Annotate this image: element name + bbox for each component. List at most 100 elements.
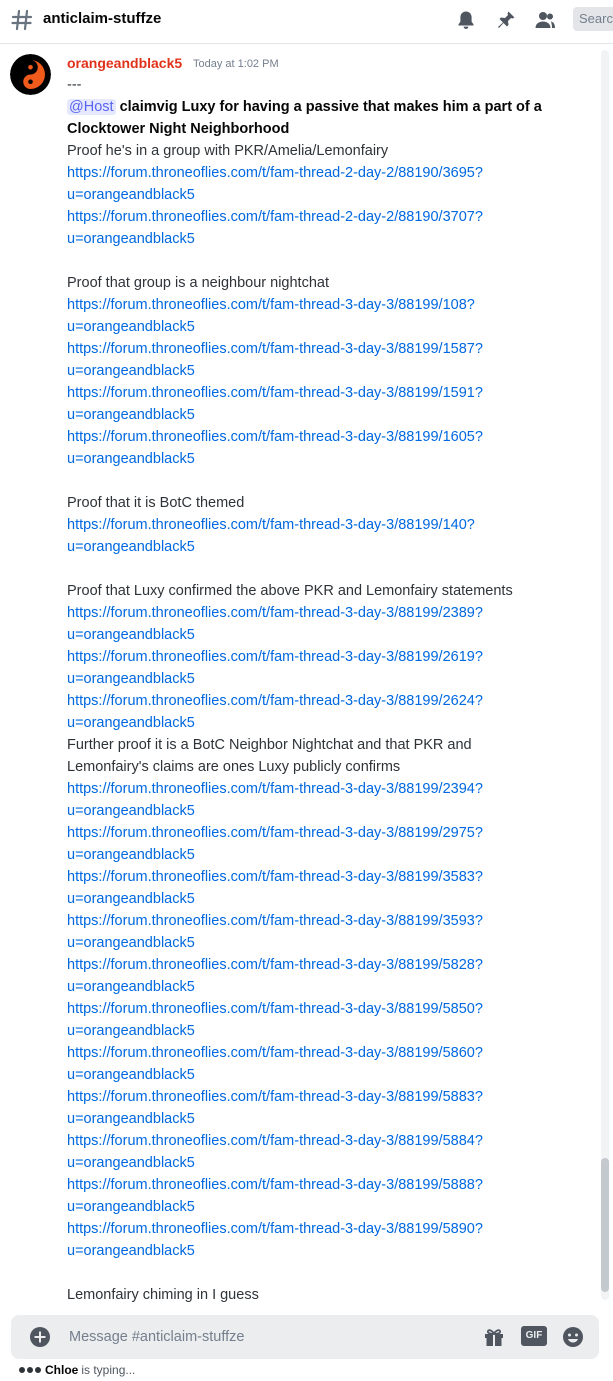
- bell-icon[interactable]: [455, 9, 477, 31]
- proof-link[interactable]: https://forum.throneoflies.com/t/fam-thr…: [67, 954, 547, 998]
- message-body: --- @Host claimvig Luxy for having a pas…: [67, 74, 547, 1306]
- message-list: orangeandblack5 Today at 1:02 PM --- @Ho…: [0, 44, 613, 1314]
- members-icon[interactable]: [534, 9, 556, 31]
- link-text-line: u=orangeandblack5: [67, 891, 195, 907]
- typing-suffix: is typing...: [81, 1363, 136, 1377]
- further-links: https://forum.throneoflies.com/t/fam-thr…: [67, 778, 547, 1262]
- channel-name: anticlaim-stuffze: [43, 10, 162, 27]
- link-text-line: u=orangeandblack5: [67, 1067, 195, 1083]
- link-text-line: https://forum.throneoflies.com/t/fam-thr…: [67, 1133, 483, 1149]
- proof-link[interactable]: https://forum.throneoflies.com/t/fam-thr…: [67, 778, 547, 822]
- claim-title: claimvig Luxy for having a passive that …: [67, 99, 542, 137]
- link-text-line: u=orangeandblack5: [67, 1243, 195, 1259]
- link-text-line: u=orangeandblack5: [67, 319, 195, 335]
- link-text-line: https://forum.throneoflies.com/t/fam-thr…: [67, 1089, 483, 1105]
- gif-icon[interactable]: GIF: [521, 1326, 547, 1346]
- link-text-line: u=orangeandblack5: [67, 1199, 195, 1215]
- further-heading-line-1: Further proof it is a BotC Neighbor Nigh…: [67, 737, 472, 753]
- link-text-line: u=orangeandblack5: [67, 847, 195, 863]
- proof-link[interactable]: https://forum.throneoflies.com/t/fam-thr…: [67, 206, 547, 250]
- proof-link[interactable]: https://forum.throneoflies.com/t/fam-thr…: [67, 690, 547, 734]
- link-text-line: u=orangeandblack5: [67, 979, 195, 995]
- proof-link[interactable]: https://forum.throneoflies.com/t/fam-thr…: [67, 1042, 547, 1086]
- link-text-line: https://forum.throneoflies.com/t/fam-thr…: [67, 605, 483, 621]
- link-text-line: https://forum.throneoflies.com/t/fam-thr…: [67, 1177, 483, 1193]
- hash-icon: [11, 9, 33, 31]
- proof-sections: Proof he's in a group with PKR/Amelia/Le…: [67, 140, 547, 734]
- link-text-line: u=orangeandblack5: [67, 539, 195, 555]
- link-text-line: u=orangeandblack5: [67, 1023, 195, 1039]
- link-text-line: u=orangeandblack5: [67, 187, 195, 203]
- proof-link[interactable]: https://forum.throneoflies.com/t/fam-thr…: [67, 1130, 547, 1174]
- further-heading-line-2: Lemonfairy's claims are ones Luxy public…: [67, 759, 401, 775]
- proof-link[interactable]: https://forum.throneoflies.com/t/fam-thr…: [67, 646, 547, 690]
- link-text-line: u=orangeandblack5: [67, 715, 195, 731]
- proof-link[interactable]: https://forum.throneoflies.com/t/fam-thr…: [67, 1086, 547, 1130]
- link-text-line: https://forum.throneoflies.com/t/fam-thr…: [67, 1045, 483, 1061]
- link-text-line: u=orangeandblack5: [67, 451, 195, 467]
- link-text-line: https://forum.throneoflies.com/t/fam-thr…: [67, 297, 475, 313]
- closing-text: Lemonfairy chiming in I guess: [67, 1287, 259, 1303]
- proof-heading: Proof that Luxy confirmed the above PKR …: [67, 583, 513, 599]
- link-text-line: https://forum.throneoflies.com/t/fam-thr…: [67, 913, 483, 929]
- proof-link[interactable]: https://forum.throneoflies.com/t/fam-thr…: [67, 822, 547, 866]
- link-text-line: https://forum.throneoflies.com/t/fam-thr…: [67, 165, 483, 181]
- proof-heading: Proof he's in a group with PKR/Amelia/Le…: [67, 143, 389, 159]
- link-text-line: https://forum.throneoflies.com/t/fam-thr…: [67, 825, 483, 841]
- link-text-line: https://forum.throneoflies.com/t/fam-thr…: [67, 209, 483, 225]
- proof-link[interactable]: https://forum.throneoflies.com/t/fam-thr…: [67, 998, 547, 1042]
- claim-line: @Host claimvig Luxy for having a passive…: [67, 96, 547, 140]
- avatar[interactable]: [10, 54, 51, 95]
- link-text-line: https://forum.throneoflies.com/t/fam-thr…: [67, 341, 483, 357]
- message-timestamp: Today at 1:02 PM: [193, 58, 279, 70]
- proof-link[interactable]: https://forum.throneoflies.com/t/fam-thr…: [67, 294, 547, 338]
- link-text-line: u=orangeandblack5: [67, 407, 195, 423]
- link-text-line: https://forum.throneoflies.com/t/fam-thr…: [67, 1001, 483, 1017]
- proof-link[interactable]: https://forum.throneoflies.com/t/fam-thr…: [67, 910, 547, 954]
- proof-link[interactable]: https://forum.throneoflies.com/t/fam-thr…: [67, 602, 547, 646]
- link-text-line: https://forum.throneoflies.com/t/fam-thr…: [67, 1221, 483, 1237]
- message-input[interactable]: [67, 1315, 467, 1359]
- typing-indicator: Chloe is typing...: [19, 1361, 135, 1379]
- link-text-line: u=orangeandblack5: [67, 803, 195, 819]
- link-text-line: u=orangeandblack5: [67, 363, 195, 379]
- pin-icon[interactable]: [495, 9, 517, 31]
- typing-user: Chloe: [45, 1363, 79, 1377]
- scrollbar-thumb[interactable]: [601, 1158, 609, 1292]
- proof-link[interactable]: https://forum.throneoflies.com/t/fam-thr…: [67, 426, 547, 470]
- search-input[interactable]: Search: [573, 7, 613, 31]
- scrollbar-track[interactable]: [601, 50, 609, 1300]
- link-text-line: u=orangeandblack5: [67, 1155, 195, 1171]
- add-icon[interactable]: [29, 1326, 51, 1348]
- separator-text: ---: [67, 77, 82, 93]
- message-author[interactable]: orangeandblack5: [67, 54, 182, 72]
- channel-header: anticlaim-stuffze Search: [0, 0, 613, 44]
- host-mention[interactable]: @Host: [67, 99, 116, 115]
- link-text-line: u=orangeandblack5: [67, 627, 195, 643]
- link-text-line: https://forum.throneoflies.com/t/fam-thr…: [67, 649, 483, 665]
- proof-heading: Proof that it is BotC themed: [67, 495, 245, 511]
- proof-link[interactable]: https://forum.throneoflies.com/t/fam-thr…: [67, 1174, 547, 1218]
- link-text-line: https://forum.throneoflies.com/t/fam-thr…: [67, 869, 483, 885]
- link-text-line: https://forum.throneoflies.com/t/fam-thr…: [67, 517, 475, 533]
- proof-link[interactable]: https://forum.throneoflies.com/t/fam-thr…: [67, 382, 547, 426]
- proof-link[interactable]: https://forum.throneoflies.com/t/fam-thr…: [67, 1218, 547, 1262]
- link-text-line: https://forum.throneoflies.com/t/fam-thr…: [67, 385, 483, 401]
- message-composer: GIF: [11, 1315, 599, 1359]
- proof-link[interactable]: https://forum.throneoflies.com/t/fam-thr…: [67, 514, 547, 558]
- proof-heading: Proof that group is a neighbour nightcha…: [67, 275, 329, 291]
- proof-link[interactable]: https://forum.throneoflies.com/t/fam-thr…: [67, 338, 547, 382]
- proof-link[interactable]: https://forum.throneoflies.com/t/fam-thr…: [67, 162, 547, 206]
- typing-dots-icon: [19, 1367, 41, 1373]
- link-text-line: u=orangeandblack5: [67, 671, 195, 687]
- emoji-icon[interactable]: [561, 1325, 585, 1349]
- link-text-line: u=orangeandblack5: [67, 935, 195, 951]
- link-text-line: https://forum.throneoflies.com/t/fam-thr…: [67, 693, 483, 709]
- link-text-line: https://forum.throneoflies.com/t/fam-thr…: [67, 957, 483, 973]
- proof-link[interactable]: https://forum.throneoflies.com/t/fam-thr…: [67, 866, 547, 910]
- link-text-line: https://forum.throneoflies.com/t/fam-thr…: [67, 429, 483, 445]
- link-text-line: https://forum.throneoflies.com/t/fam-thr…: [67, 781, 483, 797]
- link-text-line: u=orangeandblack5: [67, 1111, 195, 1127]
- link-text-line: u=orangeandblack5: [67, 231, 195, 247]
- gift-icon[interactable]: [482, 1325, 506, 1349]
